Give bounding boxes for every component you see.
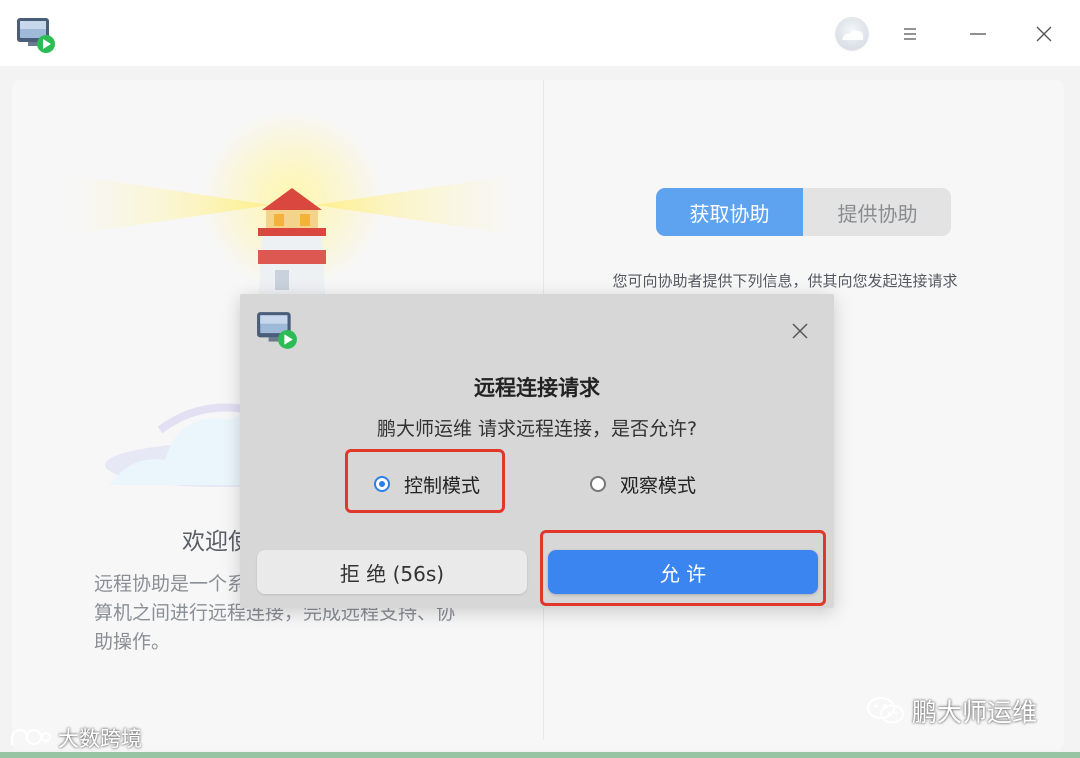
dialog-close-icon[interactable] xyxy=(785,316,815,346)
mode-tab-bar: 获取协助 提供协助 xyxy=(656,188,951,236)
brand-logo-icon xyxy=(8,725,52,751)
user-avatar[interactable] xyxy=(836,18,868,50)
dialog-app-icon xyxy=(256,310,298,350)
watermark-left-text: 大数跨境 xyxy=(58,727,142,751)
watermark-right-text: 鹏大师运维 xyxy=(912,698,1038,727)
bottom-edge xyxy=(0,752,1080,758)
radio-control-mode-label: 控制模式 xyxy=(404,474,481,497)
dialog-message: 鹏大师运维 请求远程连接，是否允许? xyxy=(376,418,698,440)
radio-unchecked-icon xyxy=(590,476,606,492)
deny-button[interactable]: 拒 绝 (56s) xyxy=(257,550,527,594)
tab-give-help[interactable]: 提供协助 xyxy=(804,188,951,236)
close-icon[interactable] xyxy=(1028,18,1060,50)
watermark-right: 鹏大师运维 xyxy=(866,694,1037,728)
radio-observe-mode-label: 观察模式 xyxy=(620,474,697,497)
watermark-left: 大数跨境 xyxy=(8,722,142,754)
menu-icon[interactable] xyxy=(894,18,926,50)
remote-assistance-window: 欢迎使 远程协助是一个系 算机之间进行远程连接，完成远程支持、协 助操作。 获取… xyxy=(0,0,1080,758)
minimize-icon[interactable] xyxy=(962,18,994,50)
app-logo-icon xyxy=(16,16,56,54)
allow-button[interactable]: 允 许 xyxy=(548,550,818,594)
info-text: 您可向协助者提供下列信息，供其向您发起连接请求 xyxy=(612,272,958,290)
title-bar xyxy=(0,0,1080,66)
connection-request-dialog: 远程连接请求 鹏大师运维 请求远程连接，是否允许? 控制模式 观察模式 拒 绝 … xyxy=(240,294,834,608)
radio-checked-icon xyxy=(374,476,390,492)
radio-control-mode[interactable]: 控制模式 xyxy=(374,466,480,502)
radio-observe-mode[interactable]: 观察模式 xyxy=(590,466,696,502)
wechat-icon xyxy=(866,696,906,726)
dialog-title: 远程连接请求 xyxy=(474,376,600,400)
tab-get-help[interactable]: 获取协助 xyxy=(656,188,803,236)
